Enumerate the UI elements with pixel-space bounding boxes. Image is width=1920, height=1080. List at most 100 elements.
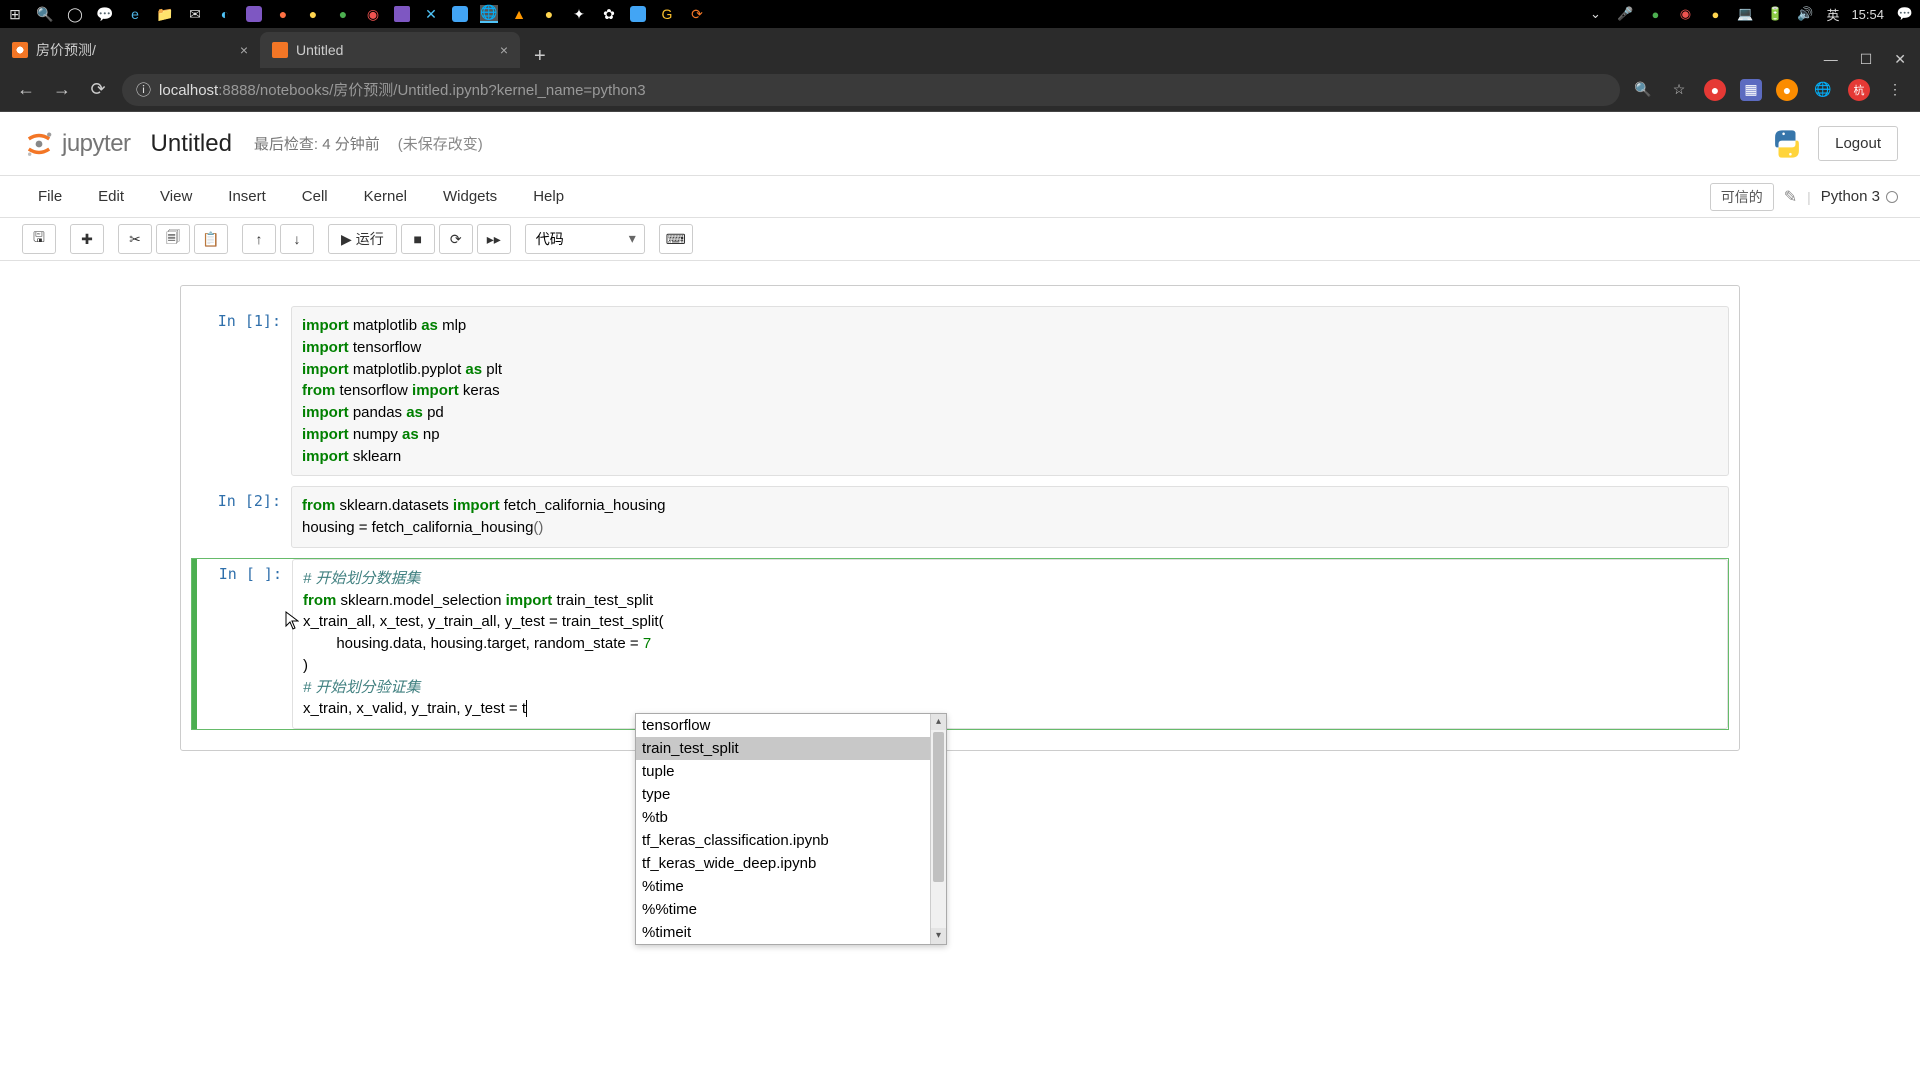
edge-icon[interactable]: e (126, 5, 144, 23)
menu-widgets[interactable]: Widgets (427, 182, 513, 211)
browser-menu-icon[interactable]: ⋮ (1884, 79, 1906, 101)
code-cell[interactable]: In [2]:from sklearn.datasets import fetc… (191, 486, 1729, 548)
autocomplete-popup[interactable]: tensorflowtrain_test_splittupletype%tbtf… (635, 713, 947, 945)
wechat-icon[interactable]: ● (334, 5, 352, 23)
profile-avatar[interactable]: 杭 (1848, 79, 1870, 101)
run-button[interactable]: ▶ 运行 (328, 224, 397, 254)
tray-battery-icon[interactable]: 🔋 (1766, 5, 1784, 23)
move-down-button[interactable]: ↓ (280, 224, 314, 254)
tray-volume-icon[interactable]: 🔊 (1796, 5, 1814, 23)
notification-icon[interactable]: 💬 (1896, 5, 1914, 23)
menu-file[interactable]: File (22, 182, 78, 211)
code-cell[interactable]: In [1]:import matplotlib as mlp import t… (191, 306, 1729, 476)
tray-chevron-icon[interactable]: ⌄ (1586, 5, 1604, 23)
tray-network-icon[interactable]: 💻 (1736, 5, 1754, 23)
menu-view[interactable]: View (144, 182, 208, 211)
app-icon-6[interactable] (394, 6, 410, 22)
app-icon-7[interactable]: ✕ (422, 5, 440, 23)
trusted-indicator[interactable]: 可信的 (1710, 183, 1774, 211)
move-up-button[interactable]: ↑ (242, 224, 276, 254)
app-icon-4[interactable]: ● (304, 5, 322, 23)
tray-wechat-icon[interactable]: ● (1646, 5, 1664, 23)
autocomplete-scrollbar[interactable]: ▴▾ (930, 714, 946, 944)
tray-mic-icon[interactable]: 🎤 (1616, 5, 1634, 23)
task-view-icon[interactable]: ◯ (66, 5, 84, 23)
cell-type-select[interactable]: 代码 (525, 224, 645, 254)
close-tab-icon[interactable]: × (240, 42, 248, 58)
copy-button[interactable]: 🗐 (156, 224, 190, 254)
app-icon-5[interactable]: ◉ (364, 5, 382, 23)
jupyter-logo[interactable]: jupyter (22, 127, 131, 161)
address-bar[interactable]: ⓘ localhost:8888/notebooks/房价预测/Untitled… (122, 74, 1620, 106)
kernel-indicator[interactable]: Python 3 (1821, 188, 1898, 205)
app-icon-2[interactable] (246, 6, 262, 22)
clock[interactable]: 15:54 (1851, 7, 1884, 22)
explorer-icon[interactable]: 📁 (156, 5, 174, 23)
command-palette-button[interactable]: ⌨ (659, 224, 693, 254)
autocomplete-item[interactable]: tf_keras_wide_deep.ipynb (636, 852, 946, 875)
browser-tab-2[interactable]: Untitled × (260, 32, 520, 68)
reload-button[interactable]: ⟳ (86, 79, 110, 100)
ext-icon-1[interactable]: ● (1704, 79, 1726, 101)
mail-icon[interactable]: ✉ (186, 5, 204, 23)
site-info-icon[interactable]: ⓘ (136, 79, 151, 100)
cortana-icon[interactable]: 💬 (96, 5, 114, 23)
save-button[interactable]: 🖫 (22, 224, 56, 254)
menu-kernel[interactable]: Kernel (348, 182, 423, 211)
autocomplete-item[interactable]: %tb (636, 806, 946, 829)
autocomplete-item[interactable]: tensorflow (636, 714, 946, 737)
code-input[interactable]: import matplotlib as mlp import tensorfl… (291, 306, 1729, 476)
app-icon-1[interactable]: ◐ (216, 5, 234, 23)
restart-button[interactable]: ⟳ (439, 224, 473, 254)
app-icon-3[interactable]: ● (274, 5, 292, 23)
maximize-window-icon[interactable]: ☐ (1860, 51, 1873, 68)
close-window-icon[interactable]: ✕ (1894, 51, 1906, 68)
code-cell[interactable]: In [ ]:# 开始划分数据集 from sklearn.model_sele… (191, 558, 1729, 730)
tray-app-icon-2[interactable]: ● (1706, 5, 1724, 23)
minimize-window-icon[interactable]: ― (1824, 51, 1838, 68)
interrupt-button[interactable]: ■ (401, 224, 435, 254)
logout-button[interactable]: Logout (1818, 126, 1898, 161)
code-input[interactable]: from sklearn.datasets import fetch_calif… (291, 486, 1729, 548)
insert-cell-button[interactable]: ✚ (70, 224, 104, 254)
autocomplete-item[interactable]: %time (636, 875, 946, 898)
menu-cell[interactable]: Cell (286, 182, 344, 211)
app-icon-11[interactable]: ✦ (570, 5, 588, 23)
edit-metadata-icon[interactable]: ✎ (1784, 187, 1797, 207)
search-icon[interactable]: 🔍 (36, 5, 54, 23)
autocomplete-item[interactable]: train_test_split (636, 737, 946, 760)
app-icon-8[interactable] (452, 6, 468, 22)
code-input[interactable]: # 开始划分数据集 from sklearn.model_selection i… (292, 559, 1728, 729)
ext-icon-4[interactable]: 🌐 (1812, 79, 1834, 101)
app-icon-14[interactable]: G (658, 5, 676, 23)
autocomplete-item[interactable]: type (636, 783, 946, 806)
app-icon-10[interactable]: ● (540, 5, 558, 23)
ext-icon-3[interactable]: ● (1776, 79, 1798, 101)
ime-indicator[interactable]: 英 (1826, 5, 1839, 24)
tray-app-icon-1[interactable]: ◉ (1676, 5, 1694, 23)
new-tab-button[interactable]: + (520, 45, 560, 68)
autocomplete-item[interactable]: tuple (636, 760, 946, 783)
windows-start-icon[interactable]: ⊞ (6, 5, 24, 23)
paste-button[interactable]: 📋 (194, 224, 228, 254)
zoom-icon[interactable]: 🔍 (1632, 79, 1654, 101)
menu-edit[interactable]: Edit (82, 182, 140, 211)
app-icon-9[interactable]: ▲ (510, 5, 528, 23)
back-button[interactable]: ← (14, 79, 38, 100)
chrome-icon[interactable]: 🌐 (480, 5, 498, 23)
browser-tab-1[interactable]: 房价预测/ × (0, 32, 260, 68)
notebook-title[interactable]: Untitled (151, 130, 232, 158)
autocomplete-item[interactable]: tf_keras_classification.ipynb (636, 829, 946, 852)
app-icon-13[interactable] (630, 6, 646, 22)
close-tab-icon[interactable]: × (500, 42, 508, 58)
app-icon-15[interactable]: ⟳ (688, 5, 706, 23)
bookmark-star-icon[interactable]: ☆ (1668, 79, 1690, 101)
menu-insert[interactable]: Insert (212, 182, 282, 211)
restart-run-all-button[interactable]: ▸▸ (477, 224, 511, 254)
autocomplete-item[interactable]: %timeit (636, 921, 946, 944)
cut-button[interactable]: ✂ (118, 224, 152, 254)
app-icon-12[interactable]: ✿ (600, 5, 618, 23)
ext-icon-2[interactable]: ▦ (1740, 79, 1762, 101)
autocomplete-item[interactable]: %%time (636, 898, 946, 921)
menu-help[interactable]: Help (517, 182, 580, 211)
